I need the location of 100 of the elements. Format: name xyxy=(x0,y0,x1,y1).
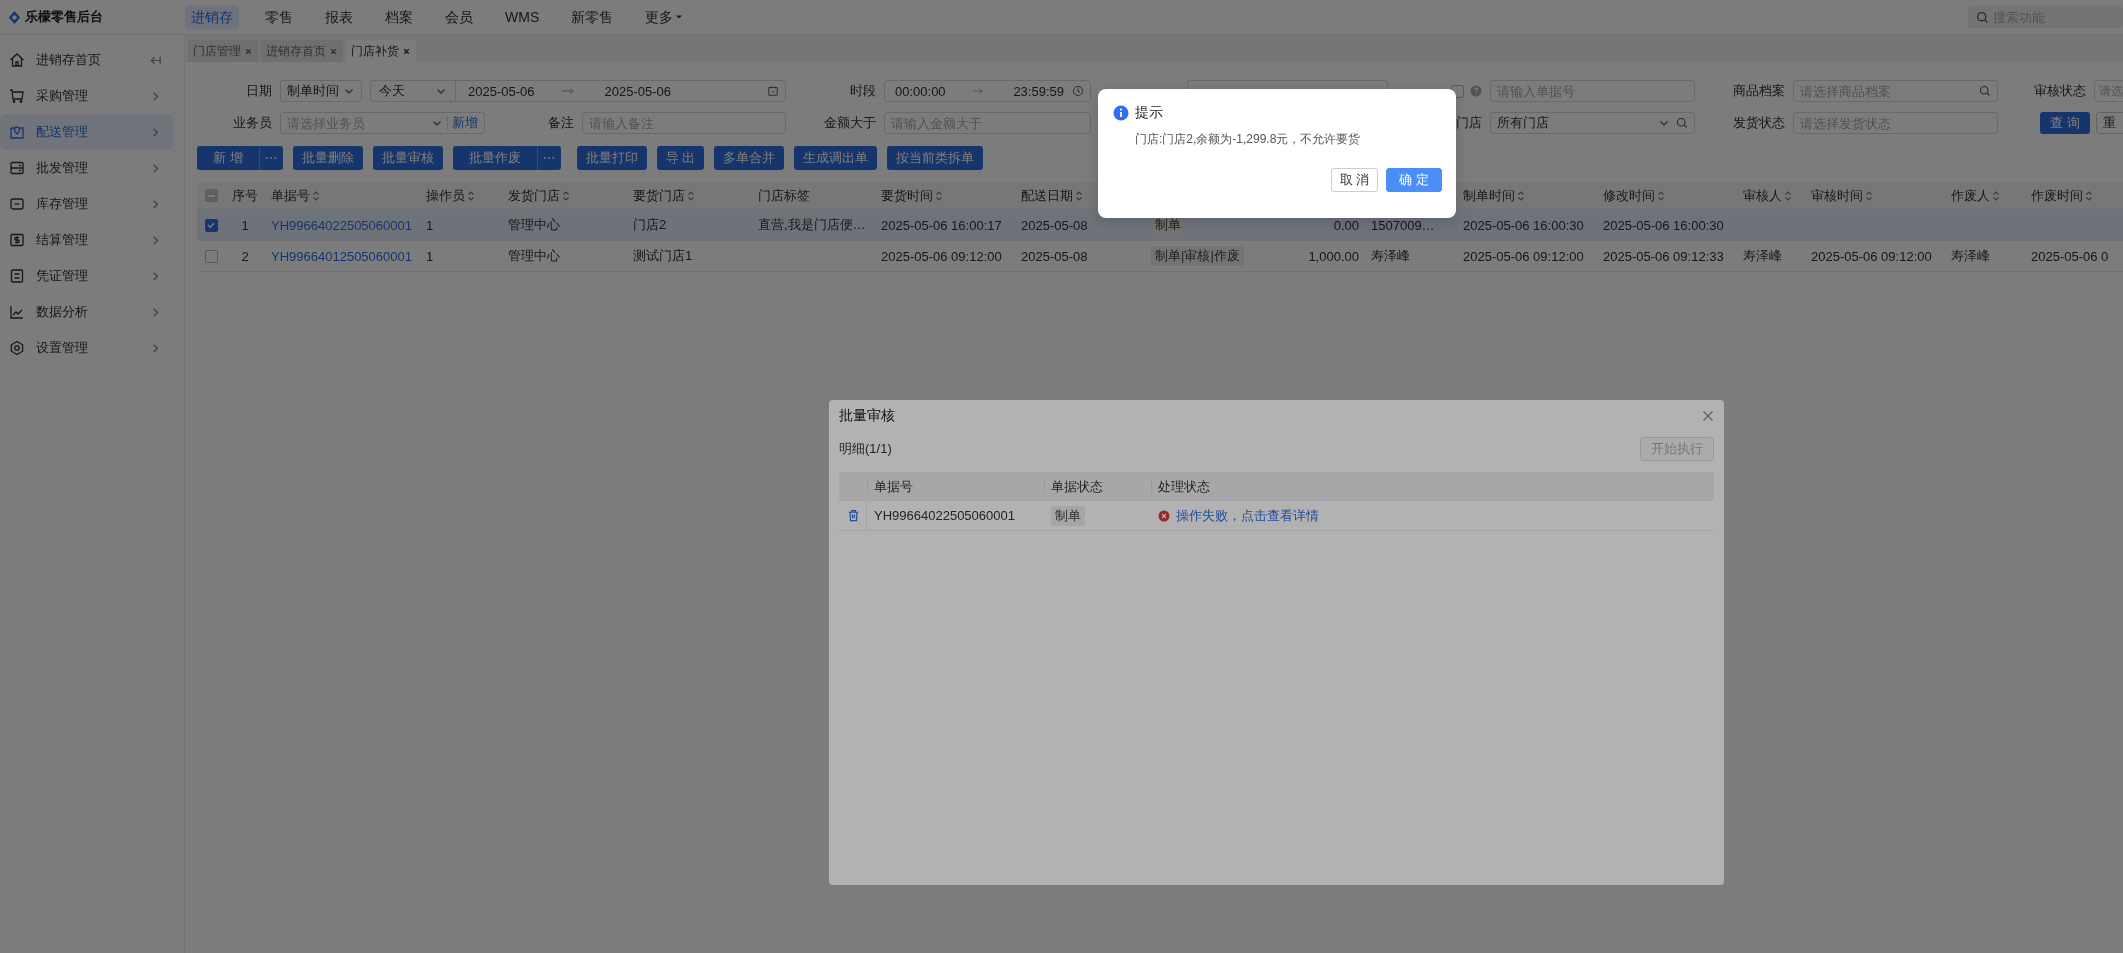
caret-icon xyxy=(675,13,684,21)
sidebar-item[interactable]: 数据分析 xyxy=(0,294,174,330)
sort-icon[interactable] xyxy=(1517,189,1525,202)
arrow-right-icon xyxy=(560,87,575,95)
add-link[interactable]: 新增 xyxy=(452,114,478,132)
date-range-field[interactable]: 今天 2025-05-06 2025-05-06 xyxy=(370,80,786,102)
search-icon xyxy=(1979,85,1991,97)
close-icon[interactable] xyxy=(1702,410,1714,422)
table-cell: 1507009… xyxy=(1371,217,1435,233)
document-icon xyxy=(9,268,25,284)
column-header[interactable]: 要货时间 xyxy=(881,186,943,205)
top-menu-item[interactable]: 进销存 xyxy=(185,5,239,29)
cancel-button[interactable]: 取 消 xyxy=(1330,168,1379,192)
close-icon[interactable] xyxy=(244,46,253,56)
page-tab[interactable]: 门店管理 xyxy=(188,40,258,62)
column-header[interactable]: 发货门店 xyxy=(508,186,570,205)
column-header[interactable]: 审核时间 xyxy=(1811,186,1873,205)
row-checkbox[interactable] xyxy=(204,218,218,232)
order-number-link[interactable]: YH99664012505060001 xyxy=(271,248,412,264)
table-cell: 2025-05-08 xyxy=(1021,217,1088,233)
more-button[interactable] xyxy=(258,146,283,170)
date-type-select[interactable]: 制单时间 xyxy=(280,80,362,102)
top-menu-item[interactable]: 报表 xyxy=(319,5,359,29)
field-label: 业务员 xyxy=(232,114,273,132)
top-menu-item[interactable]: 档案 xyxy=(379,5,419,29)
toolbar-button[interactable]: 多单合并 xyxy=(714,146,785,170)
query-button[interactable]: 查 询 xyxy=(2040,112,2090,134)
sort-icon[interactable] xyxy=(1075,189,1083,202)
page-tab[interactable]: 门店补货 xyxy=(346,40,416,62)
reset-button[interactable]: 重 xyxy=(2096,112,2123,134)
sidebar-item[interactable]: 设置管理 xyxy=(0,330,174,366)
page-tab[interactable]: 进销存首页 xyxy=(261,40,343,62)
trash-icon[interactable] xyxy=(846,509,860,522)
top-menu-item[interactable]: 会员 xyxy=(439,5,479,29)
sidebar-item[interactable]: 配送管理 xyxy=(0,114,174,150)
table-cell: 测试门店1 xyxy=(633,247,693,265)
sidebar-item[interactable]: 批发管理 xyxy=(0,150,174,186)
toolbar-button[interactable]: 批量审核 xyxy=(372,146,443,170)
column-header[interactable]: 作废时间 xyxy=(2031,186,2093,205)
end-time: 23:59:59 xyxy=(1013,83,1064,99)
row-checkbox[interactable] xyxy=(204,249,218,263)
column-header[interactable]: 序号 xyxy=(232,186,258,205)
sort-icon[interactable] xyxy=(312,189,320,202)
sort-icon[interactable] xyxy=(2085,189,2093,202)
sort-icon[interactable] xyxy=(935,189,943,202)
close-icon[interactable] xyxy=(402,46,411,56)
row-number: 2 xyxy=(241,248,249,264)
search-icon xyxy=(1976,10,1989,24)
top-menu-item[interactable]: 新零售 xyxy=(565,5,620,29)
sort-icon[interactable] xyxy=(1657,189,1665,202)
column-header[interactable]: 修改时间 xyxy=(1603,186,1665,205)
store-select[interactable]: 所有门店 xyxy=(1490,112,1695,134)
date-preset-select[interactable]: 今天 xyxy=(371,81,456,101)
sort-icon[interactable] xyxy=(562,189,570,202)
toolbar-button[interactable]: 按当前类拆单 xyxy=(887,146,984,170)
sort-icon[interactable] xyxy=(1992,189,2000,202)
column-header[interactable]: 作废人 xyxy=(1951,186,2000,205)
column-header[interactable]: 制单时间 xyxy=(1463,186,1525,205)
sort-icon[interactable] xyxy=(1784,189,1792,202)
table-cell: 2025-05-06 16:00:30 xyxy=(1603,217,1724,233)
detail-label: 明细(1/1) xyxy=(839,440,892,458)
sidebar-item[interactable]: 库存管理 xyxy=(0,186,174,222)
top-menu-item[interactable]: 更多 xyxy=(639,5,690,29)
select-all-checkbox[interactable] xyxy=(204,189,218,202)
column-header[interactable]: 配送日期 xyxy=(1021,186,1083,205)
column-header[interactable]: 门店标签 xyxy=(758,186,810,205)
order-number-link[interactable]: YH99664022505060001 xyxy=(271,217,412,233)
toolbar-button[interactable]: 新 增 xyxy=(197,146,259,170)
sidebar-item[interactable]: 结算管理 xyxy=(0,222,174,258)
toolbar-button[interactable]: 批量打印 xyxy=(576,146,647,170)
inbox-icon xyxy=(9,196,25,212)
table-cell: 直营,我是门店便… xyxy=(758,216,866,234)
sidebar-item[interactable]: 采购管理 xyxy=(0,78,174,114)
confirm-button[interactable]: 确 定 xyxy=(1386,168,1442,192)
logo-icon xyxy=(8,10,21,24)
toolbar-button[interactable]: 导 出 xyxy=(656,146,705,170)
toolbar-button[interactable]: 批量删除 xyxy=(292,146,363,170)
toolbar-button[interactable]: 批量作废 xyxy=(452,146,537,170)
more-button[interactable] xyxy=(536,146,561,170)
column-header[interactable]: 审核人 xyxy=(1743,186,1792,205)
top-menu-item[interactable]: WMS xyxy=(499,5,546,29)
help-icon[interactable] xyxy=(1470,85,1482,97)
result-link[interactable]: 操作失败，点击查看详情 xyxy=(1176,506,1319,525)
sort-icon[interactable] xyxy=(1865,189,1873,202)
clock-icon xyxy=(1072,85,1084,97)
sort-icon[interactable] xyxy=(467,189,475,202)
top-menu-item[interactable]: 零售 xyxy=(259,5,299,29)
close-icon[interactable] xyxy=(329,46,338,56)
sort-icon[interactable] xyxy=(687,189,695,202)
column-header[interactable]: 操作员 xyxy=(426,186,475,205)
status-tag: 制单 xyxy=(1051,505,1085,526)
toolbar-button[interactable]: 生成调出单 xyxy=(794,146,878,170)
sidebar-item[interactable]: 进销存首页 xyxy=(0,42,174,78)
time-range-field[interactable]: 00:00:00 23:59:59 xyxy=(884,80,1091,102)
table-cell: 2025-05-06 16:00:30 xyxy=(1463,217,1584,233)
column-header[interactable]: 单据号 xyxy=(271,186,320,205)
column-header[interactable]: 要货门店 xyxy=(633,186,695,205)
table-cell: YH99664022505060001 xyxy=(874,508,1015,523)
dialog-title: 批量审核 xyxy=(839,407,895,425)
sidebar-item[interactable]: 凭证管理 xyxy=(0,258,174,294)
